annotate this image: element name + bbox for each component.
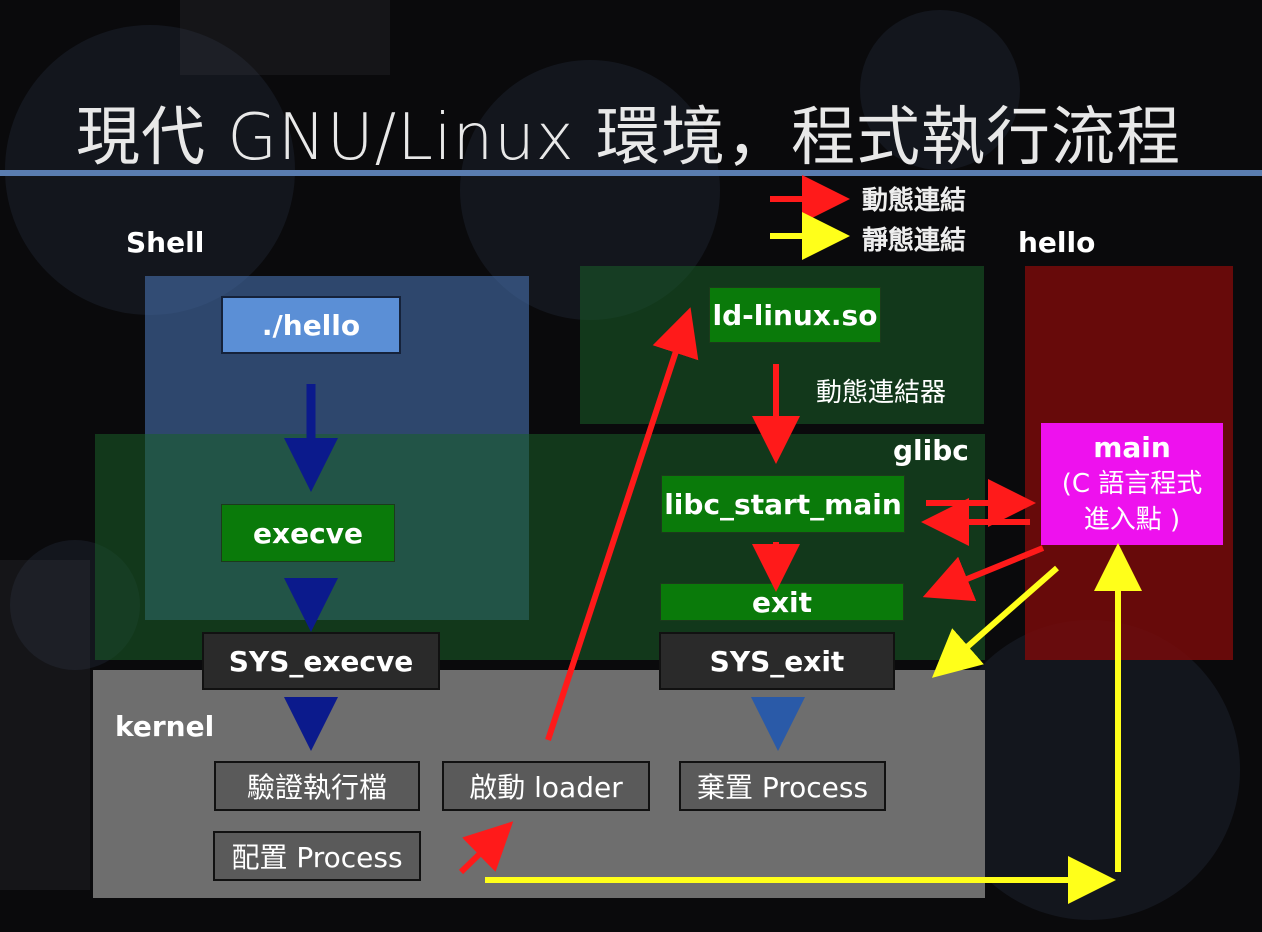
arrow-main-to-exit [922,545,1045,602]
flow-arrows [284,175,1142,904]
arrow-loader-to-ld-linux [545,307,699,741]
arrow-alloc-to-loader [458,821,514,875]
